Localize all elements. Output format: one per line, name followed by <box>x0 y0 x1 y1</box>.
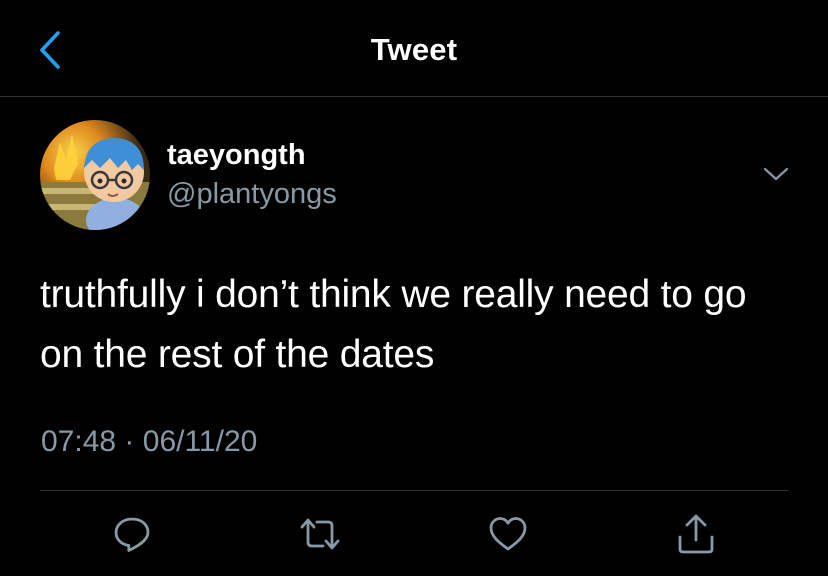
tweet-timestamp: 07:48 · 06/11/20 <box>41 424 257 460</box>
avatar-image <box>40 120 150 230</box>
retweet-icon <box>299 515 341 553</box>
divider <box>40 490 788 491</box>
heart-icon <box>488 515 528 553</box>
like-button[interactable] <box>486 512 530 556</box>
author-display-name[interactable]: taeyongth <box>167 139 306 171</box>
page-title: Tweet <box>370 32 458 67</box>
reply-icon <box>113 515 151 553</box>
avatar[interactable] <box>40 120 150 230</box>
tweet-body: truthfully i don’t think we really need … <box>40 273 747 376</box>
chevron-down-icon <box>763 166 789 187</box>
tweet-menu-button[interactable] <box>754 160 798 192</box>
tweet-date: 06/11/20 <box>142 425 258 458</box>
tweet-time: 07:48 <box>41 425 117 458</box>
timestamp-separator: · <box>124 425 135 458</box>
share-icon <box>676 513 716 555</box>
share-button[interactable] <box>674 512 718 556</box>
author-handle[interactable]: @plantyongs <box>167 178 337 210</box>
retweet-button[interactable] <box>298 512 342 556</box>
reply-button[interactable] <box>110 512 154 556</box>
navigation-header: Tweet <box>0 0 828 97</box>
